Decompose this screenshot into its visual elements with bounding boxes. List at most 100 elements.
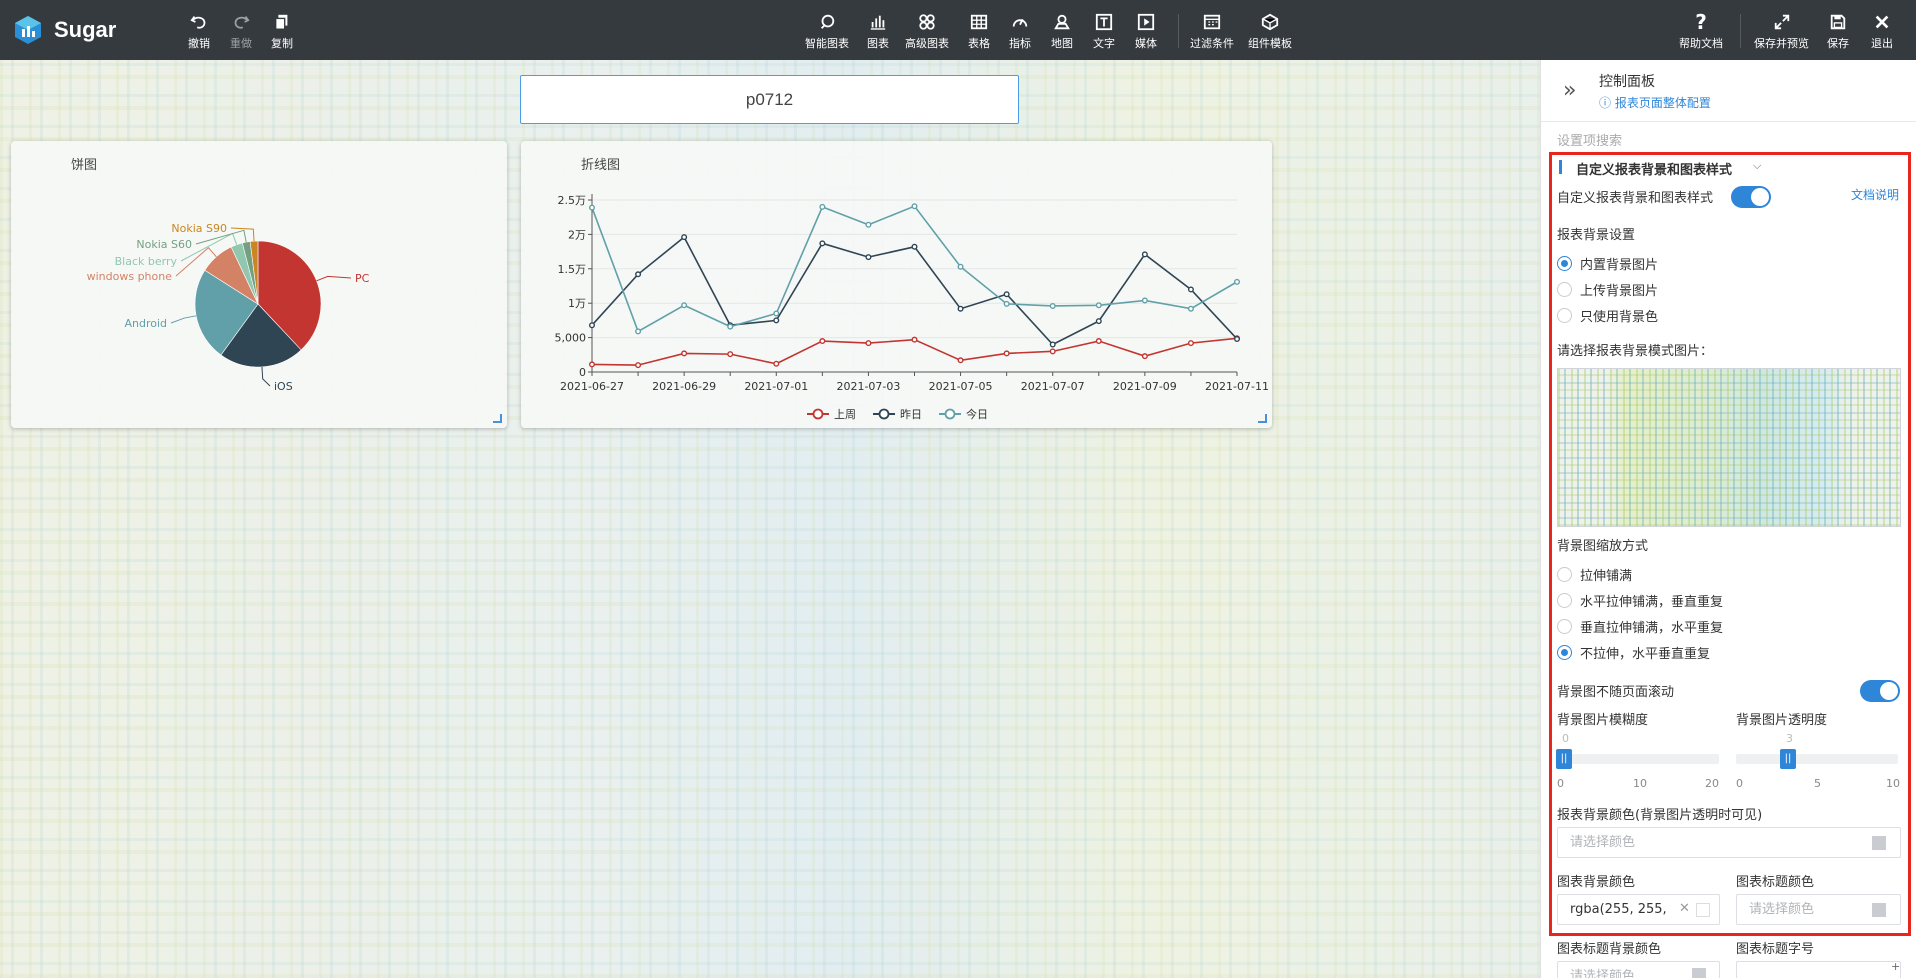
map-label: 地图 [1051, 37, 1073, 50]
exit-button[interactable]: 退出 [1871, 12, 1893, 51]
color-swatch-icon[interactable] [1872, 836, 1886, 850]
pie-label: Nokia S90 [171, 222, 227, 235]
data-point [773, 317, 780, 324]
bg-option-upload[interactable]: 上传背景图片 [1557, 280, 1658, 299]
data-point [588, 204, 595, 211]
data-point [911, 336, 918, 343]
report-canvas: p0712 饼图 PC iOS Android windows phone Black … [0, 60, 1540, 978]
blur-slider-track[interactable] [1557, 754, 1719, 764]
data-point [727, 351, 734, 358]
expand-icon [1773, 12, 1791, 32]
data-point [635, 271, 642, 278]
fixed-scroll-toggle[interactable] [1860, 680, 1900, 702]
text-button[interactable]: 文字 [1093, 12, 1115, 51]
scale-option-v-stretch[interactable]: 垂直拉伸铺满，水平重复 [1557, 617, 1723, 636]
advanced-chart-button[interactable]: 高级图表 [905, 12, 949, 51]
data-point [588, 361, 595, 368]
bg-option-builtin[interactable]: 内置背景图片 [1557, 254, 1658, 273]
media-button[interactable]: 媒体 [1135, 12, 1157, 51]
section-title[interactable]: 自定义报表背景和图表样式 [1576, 159, 1732, 178]
bg-settings-label: 报表背景设置 [1557, 228, 1636, 243]
page-config-link[interactable]: ⓘ 报表页面整体配置 [1599, 94, 1711, 111]
undo-label: 撤销 [188, 37, 210, 50]
opacity-slider-track[interactable] [1736, 754, 1898, 764]
color-swatch-icon[interactable] [1692, 968, 1706, 978]
app-name: Sugar [54, 17, 117, 42]
save-preview-button[interactable]: 保存并预览 [1754, 12, 1809, 51]
page-config-label: 报表页面整体配置 [1614, 96, 1711, 110]
report-bg-color-input[interactable]: 请选择颜色 [1557, 827, 1901, 858]
chart-title-font-label: 图表标题字号 [1736, 942, 1815, 957]
report-title-input[interactable]: p0712 [520, 75, 1019, 124]
gauge-button[interactable]: 指标 [1009, 12, 1031, 51]
template-button[interactable]: 组件模板 [1248, 12, 1292, 51]
toolbar-divider [1178, 14, 1179, 48]
pie-label: Nokia S60 [136, 238, 192, 251]
undo-button[interactable]: 撤销 [188, 12, 210, 51]
chart-bg-color-label: 图表背景颜色 [1557, 875, 1636, 890]
resize-handle-icon[interactable] [1258, 414, 1267, 423]
data-point [1234, 335, 1241, 342]
blur-slider-handle[interactable]: || [1556, 749, 1572, 769]
x-tick-label: 2021-07-09 [1113, 380, 1177, 393]
custom-style-toggle[interactable] [1731, 186, 1771, 208]
pie-chart-panel[interactable]: 饼图 PC iOS Android windows phone Black berry N… [11, 141, 507, 428]
clear-icon[interactable]: ✕ [1679, 901, 1690, 916]
pie-leader-line [316, 275, 352, 282]
map-button[interactable]: 地图 [1051, 12, 1073, 51]
opacity-label: 背景图片透明度 [1736, 713, 1828, 728]
chevron-down-icon[interactable]: ⌵ [1753, 159, 1761, 173]
color-swatch-icon[interactable] [1696, 903, 1710, 917]
data-point [819, 203, 826, 210]
control-panel-title: 控制面板 [1599, 74, 1655, 90]
redo-button[interactable]: 重做 [230, 12, 252, 51]
color-swatch-icon[interactable] [1872, 903, 1886, 917]
data-point [1049, 302, 1056, 309]
save-button[interactable]: 保存 [1827, 12, 1849, 51]
collapse-panel-icon[interactable]: » [1563, 78, 1576, 103]
pie-label: Black berry [115, 255, 178, 268]
map-icon [1053, 12, 1071, 32]
redo-label: 重做 [230, 37, 252, 50]
bg-option-color-only[interactable]: 只使用背景色 [1557, 306, 1658, 325]
legend-label: 昨日 [900, 408, 922, 421]
fixed-scroll-label: 背景图不随页面滚动 [1557, 685, 1675, 700]
doc-link[interactable]: 文档说明 [1851, 186, 1899, 203]
pie-leader-line [170, 315, 197, 324]
data-point [588, 322, 595, 329]
report-bg-color-label: 报表背景颜色(背景图片透明时可见) [1557, 808, 1763, 823]
plus-icon[interactable]: + [1891, 960, 1900, 973]
blur-value: 0 [1562, 732, 1569, 745]
y-tick-label: 0 [579, 366, 586, 379]
settings-search-input[interactable]: 设置项搜索 [1557, 130, 1622, 149]
table-button[interactable]: 表格 [968, 12, 990, 51]
advanced-chart-icon [918, 12, 936, 32]
data-point [681, 234, 688, 241]
save-icon [1829, 12, 1847, 32]
smart-chart-button[interactable]: 智能图表 [805, 12, 849, 51]
opacity-tick: 10 [1886, 777, 1900, 790]
copy-button[interactable]: 复制 [271, 12, 293, 51]
bg-option-label: 内置背景图片 [1580, 258, 1659, 273]
bg-pattern-thumbnail[interactable] [1557, 368, 1901, 527]
choose-pattern-label: 请选择报表背景模式图片： [1557, 344, 1714, 359]
close-icon [1873, 12, 1891, 32]
y-tick-label: 2.5万 [558, 194, 587, 207]
line-chart-panel[interactable]: 折线图 0 5,000 1万 1.5万 2万 2.5万 2021-06-27 2021-06-… [521, 141, 1272, 428]
scale-option-stretch[interactable]: 拉伸铺满 [1557, 565, 1632, 584]
blur-tick: 10 [1633, 777, 1647, 790]
scale-option-h-stretch[interactable]: 水平拉伸铺满，垂直重复 [1557, 591, 1723, 610]
exit-label: 退出 [1871, 37, 1893, 50]
chart-title-font-stepper[interactable] [1736, 961, 1901, 978]
table-icon [970, 12, 988, 32]
data-point [1187, 305, 1194, 312]
chart-button[interactable]: 图表 [867, 12, 889, 51]
save-preview-label: 保存并预览 [1754, 37, 1809, 50]
resize-handle-icon[interactable] [493, 414, 502, 423]
scale-option-repeat[interactable]: 不拉伸，水平垂直重复 [1557, 643, 1710, 662]
help-button[interactable]: ? 帮助文档 [1679, 10, 1723, 51]
opacity-slider-handle[interactable]: || [1780, 749, 1796, 769]
bg-option-label: 只使用背景色 [1580, 310, 1659, 325]
filter-button[interactable]: 过滤条件 [1190, 12, 1234, 51]
data-point [1187, 286, 1194, 293]
